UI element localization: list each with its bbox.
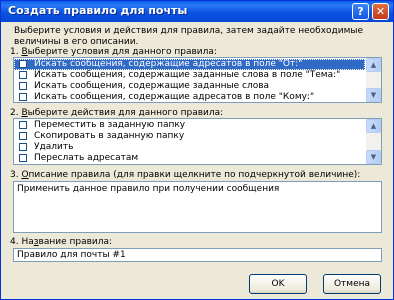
scroll-up-arrow-icon[interactable]: ▲ (366, 58, 381, 72)
checkbox[interactable] (19, 154, 27, 162)
actions-item-label: Переместить в заданную папку (34, 120, 186, 130)
title-bar[interactable]: Создать правило для почты ? ✕ (1, 1, 393, 22)
cancel-button[interactable]: Отмена (323, 274, 381, 294)
conditions-item-label: Искать сообщения, содержащие адресатов в… (34, 92, 315, 102)
conditions-item-label: Искать сообщения, содержащие заданные сл… (34, 81, 270, 91)
dialog-title: Создать правило для почты (8, 4, 188, 17)
close-button[interactable]: ✕ (372, 3, 389, 20)
new-mail-rule-dialog: Создать правило для почты ? ✕ Выберите у… (0, 0, 394, 300)
conditions-item-label: Искать сообщения, содержащие заданные сл… (34, 70, 341, 80)
conditions-item[interactable]: Искать сообщения, содержащие адресатов в… (14, 59, 365, 70)
checkbox[interactable] (19, 121, 27, 129)
description-label: 3. Описание правила (для правки щелкните… (10, 170, 361, 180)
actions-scrollbar[interactable]: ▲ ▼ (366, 119, 381, 164)
conditions-list[interactable]: ▲ ▼ Искать сообщения, содержащие адресат… (13, 57, 382, 103)
intro-text: Выберите условия и действия для правила,… (14, 26, 364, 47)
help-button[interactable]: ? (352, 3, 369, 20)
rule-name-input[interactable]: Правило для почты #1 (13, 248, 382, 262)
conditions-label: 1. Выберите условия для данного правила: (10, 47, 217, 57)
conditions-item[interactable]: Искать сообщения, содержащие заданные сл… (14, 81, 365, 92)
conditions-item-label: Искать сообщения, содержащие адресатов в… (34, 59, 303, 69)
actions-label: 2. Выберите действия для данного правила… (10, 108, 224, 118)
rule-description-box[interactable]: Применить данное правило при получении с… (13, 181, 382, 233)
checkbox[interactable] (19, 143, 27, 151)
actions-item[interactable]: Удалить (14, 142, 365, 153)
conditions-scrollbar[interactable]: ▲ ▼ (366, 58, 381, 102)
checkbox[interactable] (19, 82, 27, 90)
rule-description-text: Применить данное правило при получении с… (17, 184, 280, 194)
actions-item[interactable]: Скопировать в заданную папку (14, 131, 365, 142)
conditions-item[interactable]: Искать сообщения, содержащие заданные сл… (14, 70, 365, 81)
actions-item-label: Переслать адресатам (34, 153, 139, 163)
actions-item[interactable]: Переместить в заданную папку (14, 120, 365, 131)
actions-item-label: Скопировать в заданную папку (34, 131, 185, 141)
rule-name-label: 4. Название правила: (10, 237, 113, 247)
actions-list[interactable]: ▲ ▼ Переместить в заданную папку Скопиров… (13, 118, 382, 165)
ok-button[interactable]: OK (249, 274, 307, 294)
checkbox[interactable] (19, 60, 27, 68)
scroll-down-arrow-icon[interactable]: ▼ (366, 88, 381, 102)
actions-item[interactable]: Переслать адресатам (14, 153, 365, 164)
actions-item-label: Удалить (34, 142, 74, 152)
checkbox[interactable] (19, 71, 27, 79)
checkbox[interactable] (19, 132, 27, 140)
conditions-item[interactable]: Искать сообщения, содержащие адресатов в… (14, 92, 365, 102)
checkbox[interactable] (19, 93, 27, 101)
scroll-down-arrow-icon[interactable]: ▼ (366, 150, 381, 164)
scroll-up-arrow-icon[interactable]: ▲ (366, 119, 381, 133)
